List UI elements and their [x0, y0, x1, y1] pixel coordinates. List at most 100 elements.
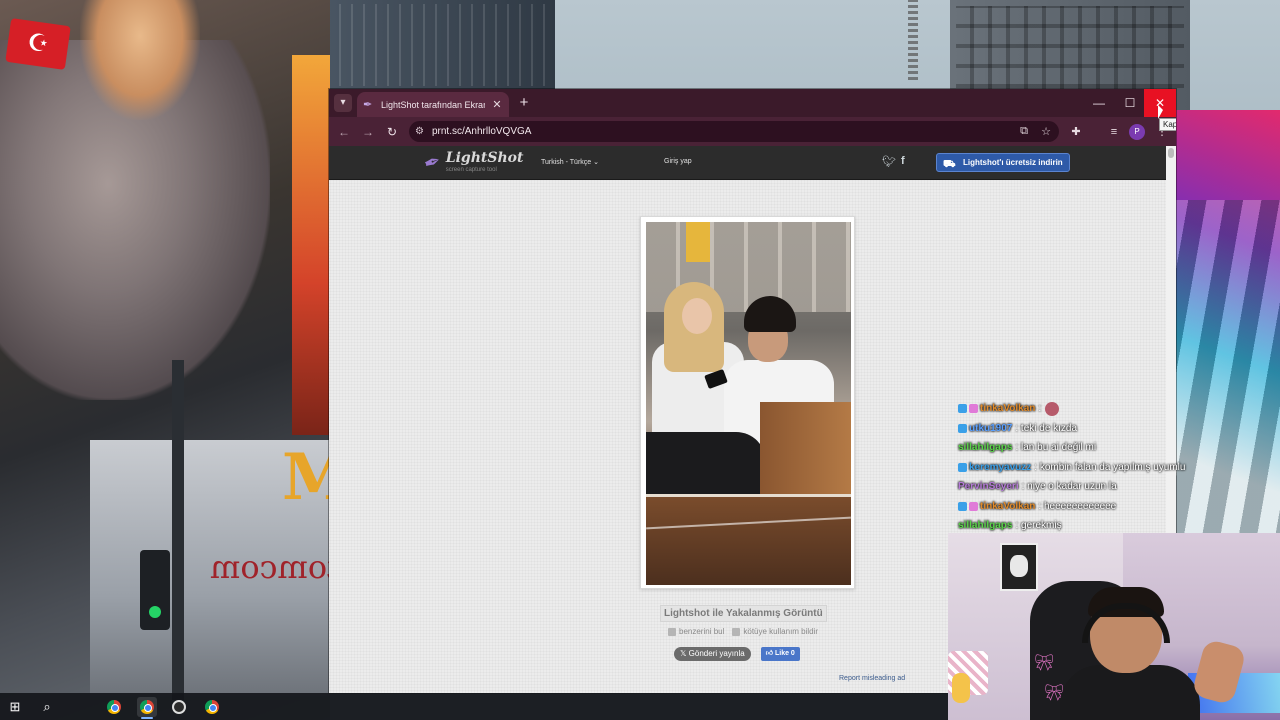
forward-icon[interactable]: → [359, 123, 377, 141]
screenshot-image[interactable] [646, 222, 851, 585]
cat-poster [1000, 543, 1038, 591]
chat-username[interactable]: keremyavuzz [969, 462, 1031, 473]
photo-table [646, 494, 851, 585]
find-similar-link[interactable]: benzerini bul [668, 627, 724, 636]
twitter-icon[interactable]: 🐦︎ [882, 155, 896, 168]
login-link[interactable]: Giriş yap [664, 158, 692, 165]
chat-badge-icon [969, 404, 978, 414]
extensions-icon[interactable]: ✚ [1067, 123, 1085, 141]
chat-username[interactable]: tinkaVolkan [980, 403, 1035, 414]
chat-message: tinkaVolkan : [958, 399, 1278, 419]
chat-message: PervinSeyeri : niye o kadar uzun la [958, 477, 1278, 497]
photo-face [682, 298, 712, 334]
chat-message: sillahilgaps : lan bu ai değil mi [958, 438, 1278, 458]
reload-icon[interactable]: ↻ [383, 123, 401, 141]
chevron-down-icon: ⌄ [593, 159, 600, 166]
x-post-button[interactable]: 𝕏 Gönderi yayınla [674, 647, 751, 661]
report-abuse-link[interactable]: kötüye kullanım bildir [732, 627, 818, 636]
stream-chat: tinkaVolkan : utku1907 : teki de kızda si… [958, 399, 1278, 536]
mouse-cursor-icon [1158, 105, 1163, 119]
download-label: Lightshot'ı ücretsiz indirin [963, 158, 1063, 167]
chat-username[interactable]: tinkaVolkan [980, 501, 1035, 512]
billboard-ad [292, 55, 330, 435]
photo-legs [646, 432, 766, 502]
post-label: Gönderi yayınla [688, 649, 745, 658]
lightshot-logo[interactable]: ✒ LightShot screen capture tool [421, 150, 524, 176]
chat-text: : gerekmiş [1015, 520, 1062, 532]
tab-lightshot[interactable]: ✒ LightShot tarafından Ekran Görüntüsü ✕ [357, 92, 509, 117]
photo-sign [686, 222, 710, 262]
chat-text: : kombin falan da yapılmış uyumlu [1034, 461, 1186, 473]
feather-logo-icon: ✒ [420, 149, 445, 177]
chat-text: : lan bu ai değil mi [1015, 442, 1097, 454]
download-button[interactable]: ⛟ Lightshot'ı ücretsiz indirin [936, 153, 1070, 172]
browser-toolbar: ← → ↻ ⚙ prnt.sc/AnhrlloVQVGA ⧉ ☆ ✚ ≡ P ⋮ [329, 117, 1176, 146]
screenshot-actions: benzerini bul kötüye kullanım bildir [668, 627, 818, 636]
new-tab-button[interactable]: + [515, 94, 533, 112]
chrome-icon[interactable] [104, 697, 124, 717]
bow-icon: 🎀︎ [1034, 655, 1055, 672]
chat-username[interactable]: sillahilgaps [958, 520, 1012, 531]
chat-badge-icon [958, 423, 967, 433]
chat-badge-icon [958, 462, 967, 472]
webcam-overlay: 🎀︎ 🎀︎ [948, 533, 1280, 720]
report-icon [732, 627, 741, 636]
media-control-icon[interactable]: ≡ [1105, 123, 1123, 141]
image-search-icon [668, 627, 676, 636]
skyscraper [325, 0, 555, 90]
tab-search-button[interactable]: ▾ [334, 94, 352, 112]
thumbs-up-icon: 👍︎ [765, 650, 775, 657]
active-indicator [141, 717, 153, 719]
tab-title: LightShot tarafından Ekran Görüntüsü [381, 99, 485, 110]
report-abuse-label: kötüye kullanım bildir [743, 627, 819, 636]
minimize-button[interactable]: — [1083, 89, 1115, 117]
screenshot-frame [640, 216, 855, 589]
taskbar: ⊞ ⌕ [0, 693, 948, 720]
logo-name: LightShot [445, 150, 524, 166]
street-pole [172, 360, 184, 700]
billboard-hair [80, 0, 200, 120]
chrome-profile-icon[interactable] [202, 697, 222, 717]
download-icon: ⛟ [943, 159, 956, 170]
chat-username[interactable]: PervinSeyeri [958, 481, 1019, 492]
chat-message: utku1907 : teki de kızda [958, 419, 1278, 439]
facebook-icon[interactable]: f [901, 155, 905, 167]
address-bar[interactable]: ⚙ prnt.sc/AnhrlloVQVGA ⧉ ☆ [409, 121, 1059, 142]
share-row: 𝕏 Gönderi yayınla 👍︎ Like 0 [674, 647, 800, 661]
scrollbar-thumb[interactable] [1168, 148, 1174, 158]
close-tooltip: Kapat [1159, 118, 1176, 131]
tab-close-icon[interactable]: ✕ [491, 98, 503, 111]
maximize-button[interactable]: ☐ [1114, 89, 1146, 117]
antenna [908, 0, 918, 80]
chat-badge-icon [958, 501, 967, 511]
turkish-flag-icon: ☪ [5, 18, 71, 70]
install-icon[interactable]: ⧉ [1017, 125, 1031, 138]
report-ad-link[interactable]: Report misleading ad [839, 675, 905, 682]
chat-badge-icon [969, 501, 978, 511]
chat-username[interactable]: sillahilgaps [958, 442, 1012, 453]
chat-text: : [1038, 403, 1042, 415]
obs-icon[interactable] [169, 697, 189, 717]
search-icon[interactable]: ⌕ [37, 697, 57, 717]
logo-tagline: screen capture tool [445, 167, 497, 173]
windows-start-icon[interactable]: ⊞ [5, 697, 25, 717]
bookmark-star-icon[interactable]: ☆ [1039, 125, 1053, 138]
traffic-light [140, 550, 170, 630]
toy-figure [952, 673, 970, 703]
like-label: Like 0 [774, 650, 795, 657]
back-icon[interactable]: ← [335, 123, 353, 141]
site-info-icon[interactable]: ⚙ [415, 126, 424, 137]
chat-text: : heeeeeeeeeeee [1038, 500, 1117, 512]
chrome-icon[interactable] [137, 697, 157, 717]
facebook-like-button[interactable]: 👍︎ Like 0 [760, 647, 800, 661]
screenshot-caption: Lightshot ile Yakalanmış Görüntü [660, 605, 827, 622]
profile-avatar[interactable]: P [1129, 124, 1145, 140]
x-logo-icon: 𝕏 [680, 649, 689, 658]
streamer-body [1060, 665, 1200, 720]
url-text[interactable]: prnt.sc/AnhrlloVQVGA [432, 126, 1009, 137]
language-selector[interactable]: Turkish - Türkçe ⌄ [541, 158, 599, 166]
find-similar-label: benzerini bul [679, 627, 725, 636]
chat-text: : teki de kızda [1015, 422, 1078, 434]
chat-username[interactable]: utku1907 [969, 423, 1012, 434]
chat-message: tinkaVolkan : heeeeeeeeeeee [958, 497, 1278, 517]
